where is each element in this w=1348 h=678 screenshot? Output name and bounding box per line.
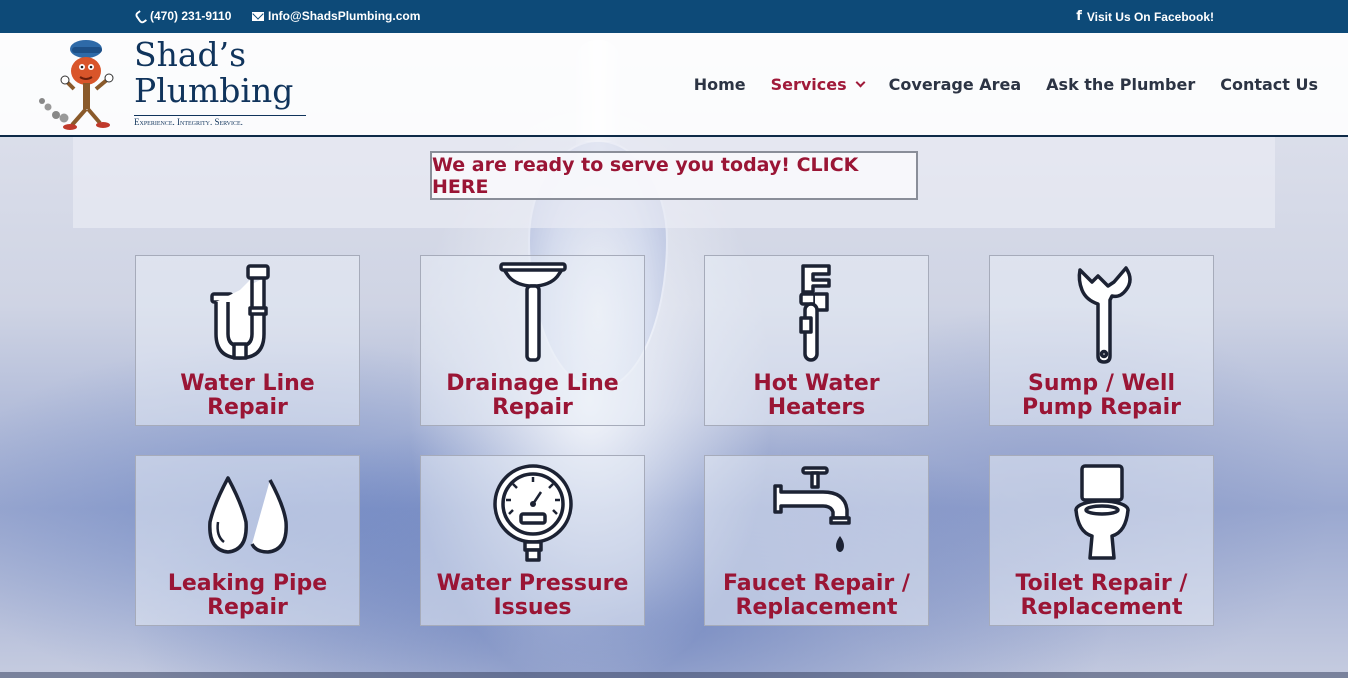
service-label-line2[interactable]: Pump Repair (990, 396, 1213, 420)
nav-contact-us[interactable]: Contact Us (1220, 75, 1318, 94)
service-label-line2[interactable]: Issues (421, 596, 644, 620)
cta-strip: We are ready to serve you today! CLICK H… (73, 137, 1275, 228)
service-label[interactable]: Toilet Repair / Replacement (990, 572, 1213, 620)
service-tile-water-pressure[interactable]: Water Pressure Issues (420, 455, 645, 626)
logo-wordmark: Shad’s Plumbing (134, 37, 293, 109)
service-tile-toilet[interactable]: Toilet Repair / Replacement (989, 455, 1214, 626)
service-label[interactable]: Faucet Repair / Replacement (705, 572, 928, 620)
service-label[interactable]: Hot Water Heaters (705, 372, 928, 420)
phone-link[interactable]: (470) 231-9110 (136, 9, 231, 23)
email-address[interactable]: Info@ShadsPlumbing.com (268, 9, 420, 23)
phone-icon (136, 11, 146, 21)
service-label-line1[interactable]: Toilet Repair / (990, 572, 1213, 596)
main-nav: Home Services Coverage Area Ask the Plum… (669, 75, 1318, 94)
service-label-line2[interactable]: Replacement (705, 596, 928, 620)
service-label-line2[interactable]: Repair (421, 396, 644, 420)
top-bar: (470) 231-9110 Info@ShadsPlumbing.com f … (0, 0, 1348, 33)
facebook-link[interactable]: f Visit Us On Facebook! (1076, 9, 1214, 24)
nav-ask-the-plumber[interactable]: Ask the Plumber (1046, 75, 1195, 94)
email-link[interactable]: Info@ShadsPlumbing.com (252, 9, 420, 23)
service-label[interactable]: Water Pressure Issues (421, 572, 644, 620)
logo-line1: Shad’s (134, 35, 247, 74)
service-label-line2[interactable]: Repair (136, 596, 359, 620)
faucet-icon (773, 466, 851, 552)
toilet-icon (1074, 464, 1130, 560)
site-header: Shad’s Plumbing Experience. Integrity. S… (0, 33, 1348, 137)
service-tile-sump-pump[interactable]: Sump / Well Pump Repair (989, 255, 1214, 426)
service-label-line2[interactable]: Heaters (705, 396, 928, 420)
nav-services-label[interactable]: Services (771, 75, 847, 94)
nav-coverage-area-label[interactable]: Coverage Area (889, 75, 1022, 94)
service-label[interactable]: Leaking Pipe Repair (136, 572, 359, 620)
service-label-line1[interactable]: Hot Water (705, 372, 928, 396)
service-label-line1[interactable]: Faucet Repair / (705, 572, 928, 596)
nav-services[interactable]: Services (771, 75, 866, 94)
plunger-icon (499, 262, 567, 362)
service-label-line2[interactable]: Repair (136, 396, 359, 420)
service-label-line1[interactable]: Water Line (136, 372, 359, 396)
envelope-icon (252, 11, 264, 21)
water-drops-icon (208, 476, 288, 554)
pipe-wrench-icon (799, 264, 831, 362)
cta-button[interactable]: We are ready to serve you today! CLICK H… (430, 151, 918, 200)
service-label-line1[interactable]: Leaking Pipe (136, 572, 359, 596)
nav-home[interactable]: Home (694, 75, 746, 94)
service-label-line1[interactable]: Drainage Line (421, 372, 644, 396)
service-label-line1[interactable]: Sump / Well (990, 372, 1213, 396)
service-label[interactable]: Water Line Repair (136, 372, 359, 420)
service-tile-water-line[interactable]: Water Line Repair (135, 255, 360, 426)
service-tile-hot-water[interactable]: Hot Water Heaters (704, 255, 929, 426)
page-bottom-edge (0, 672, 1348, 678)
facebook-label[interactable]: Visit Us On Facebook! (1087, 10, 1214, 24)
pipe-icon (210, 264, 270, 360)
nav-ask-the-plumber-label[interactable]: Ask the Plumber (1046, 75, 1195, 94)
nav-home-label[interactable]: Home (694, 75, 746, 94)
service-tile-faucet[interactable]: Faucet Repair / Replacement (704, 455, 929, 626)
service-label-line2[interactable]: Replacement (990, 596, 1213, 620)
service-label[interactable]: Drainage Line Repair (421, 372, 644, 420)
logo-line2: Plumbing (134, 71, 294, 110)
nav-coverage-area[interactable]: Coverage Area (889, 75, 1022, 94)
service-label[interactable]: Sump / Well Pump Repair (990, 372, 1213, 420)
wrench-icon (1077, 266, 1132, 364)
logo-tagline: Experience. Integrity. Service. (134, 115, 306, 127)
logo[interactable]: Shad’s Plumbing Experience. Integrity. S… (36, 35, 326, 133)
pressure-gauge-icon (493, 464, 573, 562)
facebook-icon: f (1076, 9, 1082, 24)
nav-contact-us-label[interactable]: Contact Us (1220, 75, 1318, 94)
chevron-down-icon[interactable] (855, 77, 866, 88)
service-tile-drainage-line[interactable]: Drainage Line Repair (420, 255, 645, 426)
mascot-icon (39, 40, 114, 130)
phone-number[interactable]: (470) 231-9110 (150, 9, 231, 23)
service-label-line1[interactable]: Water Pressure (421, 572, 644, 596)
service-tile-leaking-pipe[interactable]: Leaking Pipe Repair (135, 455, 360, 626)
